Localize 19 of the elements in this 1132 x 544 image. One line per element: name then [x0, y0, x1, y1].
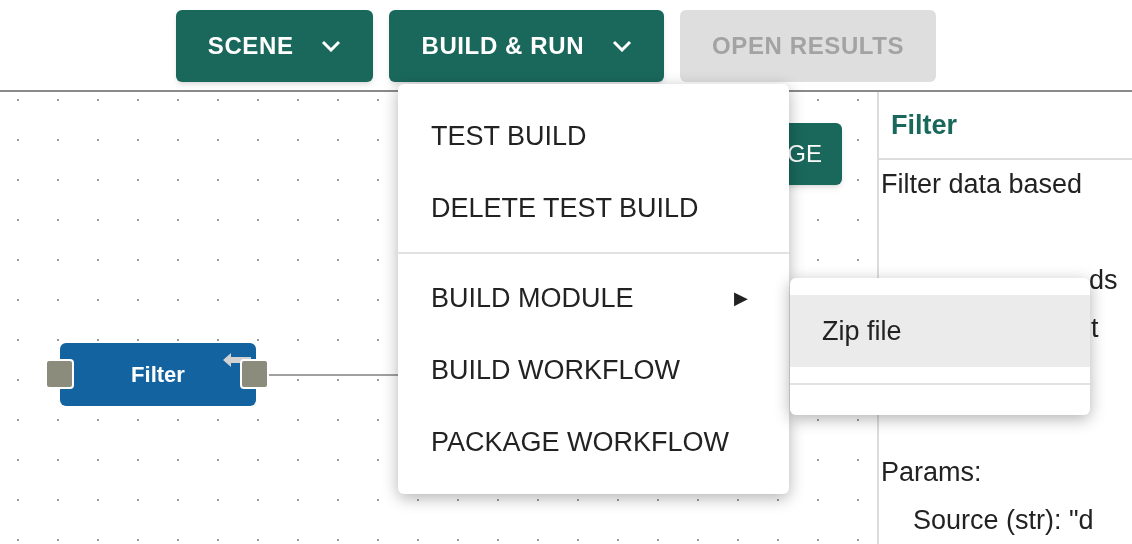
description-text: t — [1091, 311, 1099, 345]
dropdown-button[interactable]: SCENE — [175, 10, 374, 82]
node-label: Filter — [131, 361, 185, 389]
menu-item[interactable]: BUILD MODULE ▶ — [398, 262, 789, 334]
description-text: Filter data based — [881, 167, 1083, 201]
menu-item[interactable]: PACKAGE WORKFLOW — [398, 406, 789, 478]
chevron-down-icon — [612, 40, 633, 52]
menu-item[interactable]: BUILD WORKFLOW — [398, 334, 789, 406]
chevron-down-icon — [321, 40, 342, 52]
panel-title: Filter — [891, 108, 957, 142]
menu-item[interactable]: Zip file — [790, 295, 1090, 367]
dropdown-button[interactable]: BUILD & RUN — [389, 10, 665, 82]
filter-node[interactable]: Filter — [60, 343, 256, 406]
description-text: Params: — [881, 455, 982, 489]
input-port[interactable] — [45, 359, 74, 389]
description-text: ds — [1089, 263, 1118, 297]
output-port[interactable] — [240, 359, 269, 389]
description-text: Source (str): "d — [913, 503, 1094, 537]
submenu-arrow-icon: ▶ — [734, 284, 756, 312]
